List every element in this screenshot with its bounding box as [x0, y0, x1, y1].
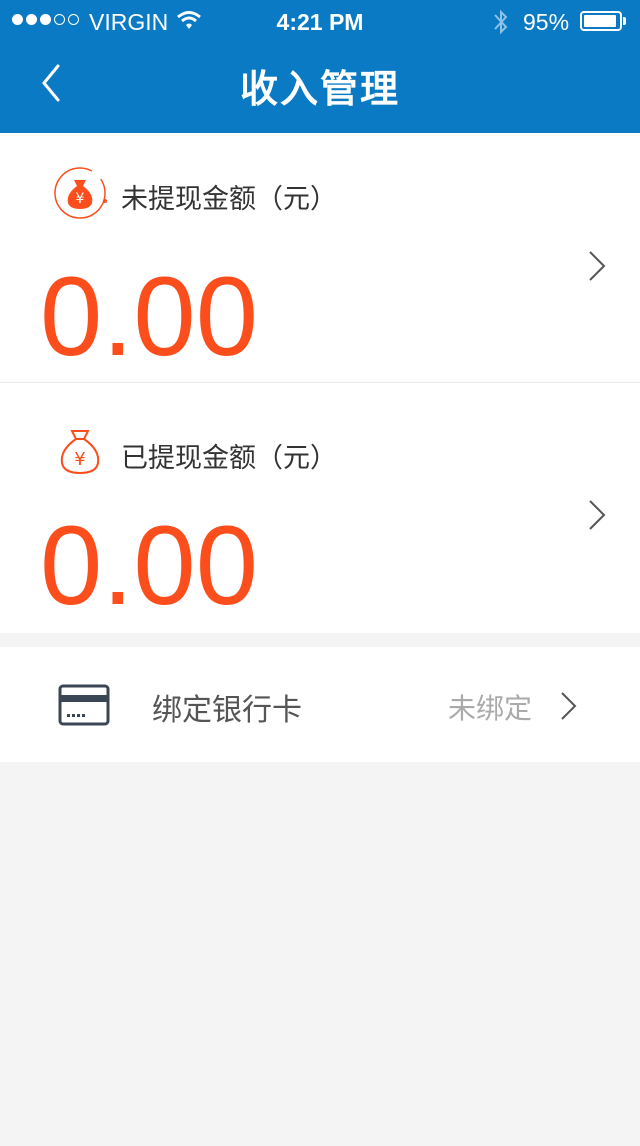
bind-bank-card-label: 绑定银行卡 [152, 693, 302, 728]
battery-tip [623, 17, 626, 25]
unwithdrawn-amount-card[interactable]: ¥ 未提现金额（元） 0.00 [0, 133, 640, 383]
bluetooth-icon [491, 8, 511, 42]
money-bag-outline-icon: ¥ [60, 430, 100, 475]
chevron-right-icon [561, 692, 577, 720]
battery-percent: 95% [523, 9, 570, 35]
unwithdrawn-label: 未提现金额（元） [121, 184, 337, 215]
bind-status: 未绑定 [448, 692, 533, 725]
status-bar: VIRGIN 4:21 PM 95% [0, 0, 640, 44]
unwithdrawn-amount: 0.00 [40, 254, 258, 379]
svg-text:¥: ¥ [76, 191, 85, 207]
money-bag-icon: ¥ [54, 167, 107, 219]
withdrawn-amount: 0.00 [40, 503, 258, 628]
battery-fill [584, 15, 616, 27]
bind-bank-card-row[interactable]: 绑定银行卡 未绑定 [0, 647, 640, 762]
chevron-right-icon [589, 500, 606, 530]
chevron-right-icon [589, 251, 606, 281]
top-bar: VIRGIN 4:21 PM 95% 收入管理 [0, 0, 640, 133]
battery-icon [580, 11, 622, 31]
bank-card-icon [58, 684, 110, 726]
withdrawn-label: 已提现金额（元） [121, 443, 337, 474]
page-title: 收入管理 [239, 67, 400, 111]
svg-text:¥: ¥ [74, 449, 85, 470]
withdrawn-amount-card[interactable]: ¥ 已提现金额（元） 0.00 [0, 383, 640, 633]
